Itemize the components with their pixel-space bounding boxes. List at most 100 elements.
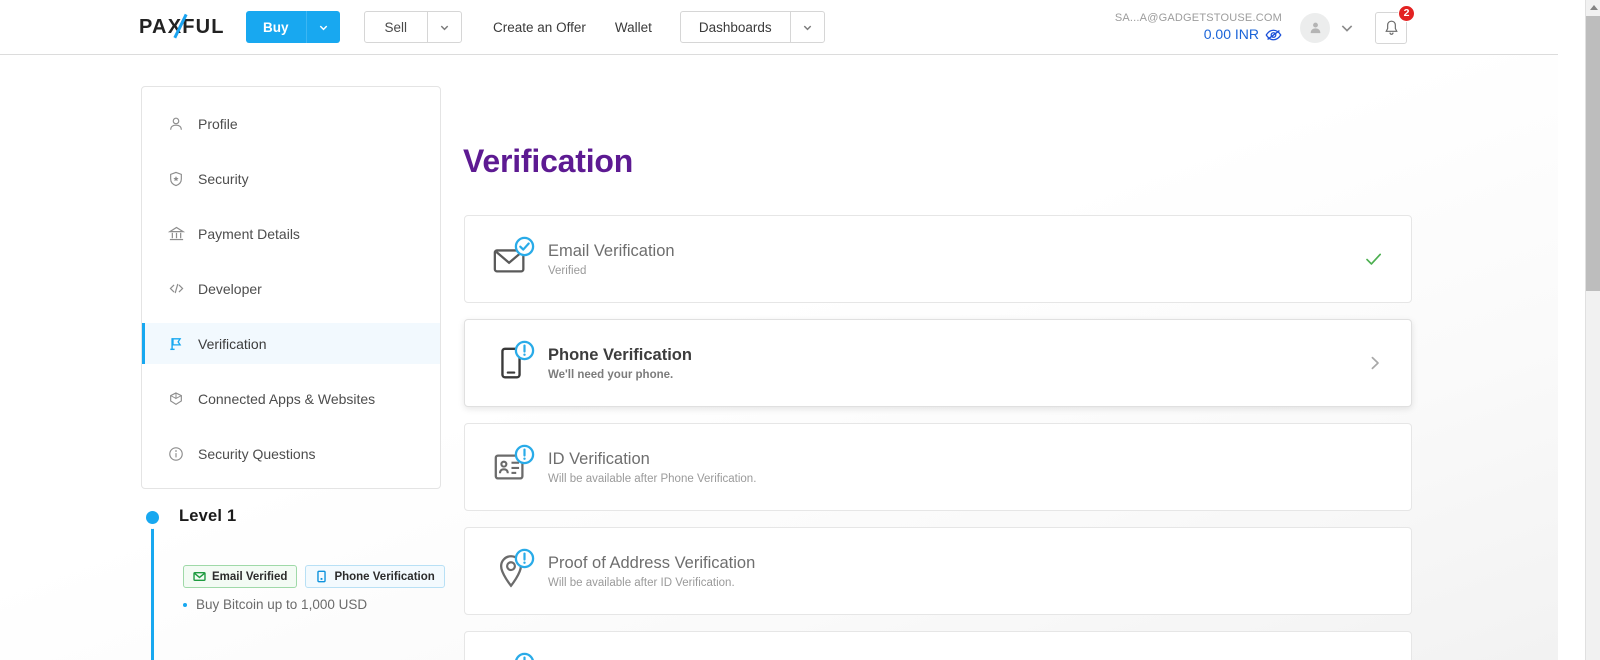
check-circle-icon: [514, 236, 535, 257]
card-text: Phone Verification We'll need your phone…: [548, 346, 692, 381]
sell-dropdown-toggle[interactable]: [427, 12, 461, 42]
code-icon: [167, 280, 185, 298]
level-perk: Buy Bitcoin up to 1,000 USD: [183, 597, 367, 612]
avatar[interactable]: [1300, 12, 1330, 43]
level-timeline-line: [151, 527, 154, 660]
user-icon: [167, 115, 185, 133]
sidebar-item-label: Security: [198, 170, 249, 187]
wallet-link[interactable]: Wallet: [615, 11, 652, 43]
triangle-up-icon: [1589, 5, 1598, 10]
verification-card-phone[interactable]: Phone Verification We'll need your phone…: [464, 319, 1412, 407]
card-text: Email Verification Verified: [548, 242, 675, 277]
card-subtitle: Will be available after Phone Verificati…: [548, 472, 757, 485]
card-title: ID Verification: [548, 449, 650, 468]
map-pin-icon: [489, 548, 535, 593]
sidebar-item-connected-apps[interactable]: Connected Apps & Websites: [142, 378, 440, 419]
id-card-icon: [489, 444, 535, 489]
paxful-logo[interactable]: PAXFUL: [139, 13, 225, 39]
sidebar-item-developer[interactable]: Developer: [142, 268, 440, 309]
sidebar-item-verification[interactable]: Verification: [142, 323, 440, 364]
sidebar-item-label: Security Questions: [198, 445, 316, 462]
account-summary: SA...A@GADGETSTOUSE.COM 0.00 INR: [1115, 11, 1282, 45]
chevron-down-icon: [319, 25, 327, 30]
buy-dropdown-toggle[interactable]: [305, 11, 340, 43]
notifications: 2: [1375, 4, 1415, 44]
notification-count-badge: 2: [1398, 4, 1415, 22]
sidebar-item-label: Payment Details: [198, 225, 300, 242]
verification-card-email[interactable]: Email Verification Verified: [464, 215, 1412, 303]
card-subtitle: Verified: [548, 264, 587, 277]
sidebar-item-security-questions[interactable]: Security Questions: [142, 433, 440, 474]
account-balance: 0.00 INR: [1203, 26, 1259, 43]
sell-button-label: Sell: [384, 19, 408, 35]
level-marker-dot: [146, 511, 159, 524]
cube-icon: [167, 390, 185, 408]
badge-email-verified: Email Verified: [183, 565, 298, 588]
badge-label: Email Verified: [212, 570, 288, 583]
page-scrollbar[interactable]: [1585, 0, 1600, 660]
scrollbar-thumb[interactable]: [1586, 16, 1600, 291]
card-status[interactable]: [1367, 355, 1383, 371]
verification-card-corporate[interactable]: Corporate Verification Will be available…: [464, 631, 1412, 660]
buy-button-label: Buy: [263, 19, 289, 35]
phone-icon: [317, 570, 327, 583]
sidebar-item-label: Connected Apps & Websites: [198, 390, 376, 407]
exclamation-circle-icon: [514, 548, 535, 569]
flag-icon: [167, 335, 185, 353]
settings-sidebar: Profile Security Payment Details Develop…: [141, 86, 441, 489]
exclamation-circle-icon: [514, 340, 535, 361]
create-an-offer-link[interactable]: Create an Offer: [493, 11, 586, 43]
user-icon: [1310, 22, 1320, 34]
page-title: Verification: [463, 143, 634, 179]
chevron-right-icon: [1371, 356, 1379, 370]
info-icon: [167, 445, 185, 463]
exclamation-circle-icon: [515, 652, 534, 660]
chevron-down-icon: [440, 25, 449, 30]
sidebar-item-payment-details[interactable]: Payment Details: [142, 213, 440, 254]
bank-icon: [167, 225, 185, 243]
dashboards-button-label: Dashboards: [698, 19, 772, 35]
chevron-down-icon: [1341, 24, 1353, 32]
dashboards-button[interactable]: Dashboards: [679, 11, 825, 43]
verification-card-list: Email Verification Verified Phone Verifi…: [464, 215, 1412, 660]
bullet-dot: [183, 602, 187, 607]
page-viewport: PAXFUL Buy Sell Create an Offer Wallet D…: [0, 0, 1600, 660]
level-badges: Email Verified Phone Verification: [183, 565, 445, 588]
badge-label: Phone Verification: [334, 570, 435, 583]
phone-icon: [489, 340, 535, 385]
sidebar-item-label: Verification: [198, 335, 267, 352]
account-menu-toggle[interactable]: [1340, 21, 1354, 35]
sidebar-item-profile[interactable]: Profile: [142, 103, 440, 144]
sell-button[interactable]: Sell: [363, 11, 463, 43]
level-perk-label: Buy Bitcoin up to 1,000 USD: [196, 597, 368, 612]
eye-off-icon[interactable]: [1265, 28, 1282, 42]
verification-card-id[interactable]: ID Verification Will be available after …: [464, 423, 1412, 511]
envelope-icon: [193, 571, 206, 582]
card-status: [1364, 250, 1383, 269]
page-body: Profile Security Payment Details Develop…: [0, 55, 1558, 660]
dashboards-dropdown-toggle[interactable]: [789, 12, 824, 42]
card-title: Proof of Address Verification: [548, 553, 756, 572]
account-email: SA...A@GADGETSTOUSE.COM: [1114, 11, 1282, 24]
verification-card-proof-of-address[interactable]: Proof of Address Verification Will be av…: [464, 527, 1412, 615]
buy-button[interactable]: Buy: [246, 11, 340, 43]
scroll-up-arrow[interactable]: [1586, 0, 1600, 15]
sidebar-item-security[interactable]: Security: [142, 158, 440, 199]
sidebar-item-label: Developer: [198, 280, 262, 297]
card-subtitle: We'll need your phone.: [548, 368, 674, 381]
sidebar-item-label: Profile: [198, 115, 238, 132]
shield-icon: [167, 170, 185, 188]
card-title: Phone Verification: [548, 345, 692, 364]
check-icon: [1366, 253, 1382, 265]
top-navigation-bar: PAXFUL Buy Sell Create an Offer Wallet D…: [0, 0, 1558, 55]
card-title: Email Verification: [548, 241, 675, 260]
header-account-area: SA...A@GADGETSTOUSE.COM 0.00 INR 2: [1115, 0, 1415, 55]
card-text: Proof of Address Verification Will be av…: [548, 554, 755, 589]
exclamation-circle-icon: [514, 444, 535, 465]
bell-icon: [1384, 20, 1398, 35]
